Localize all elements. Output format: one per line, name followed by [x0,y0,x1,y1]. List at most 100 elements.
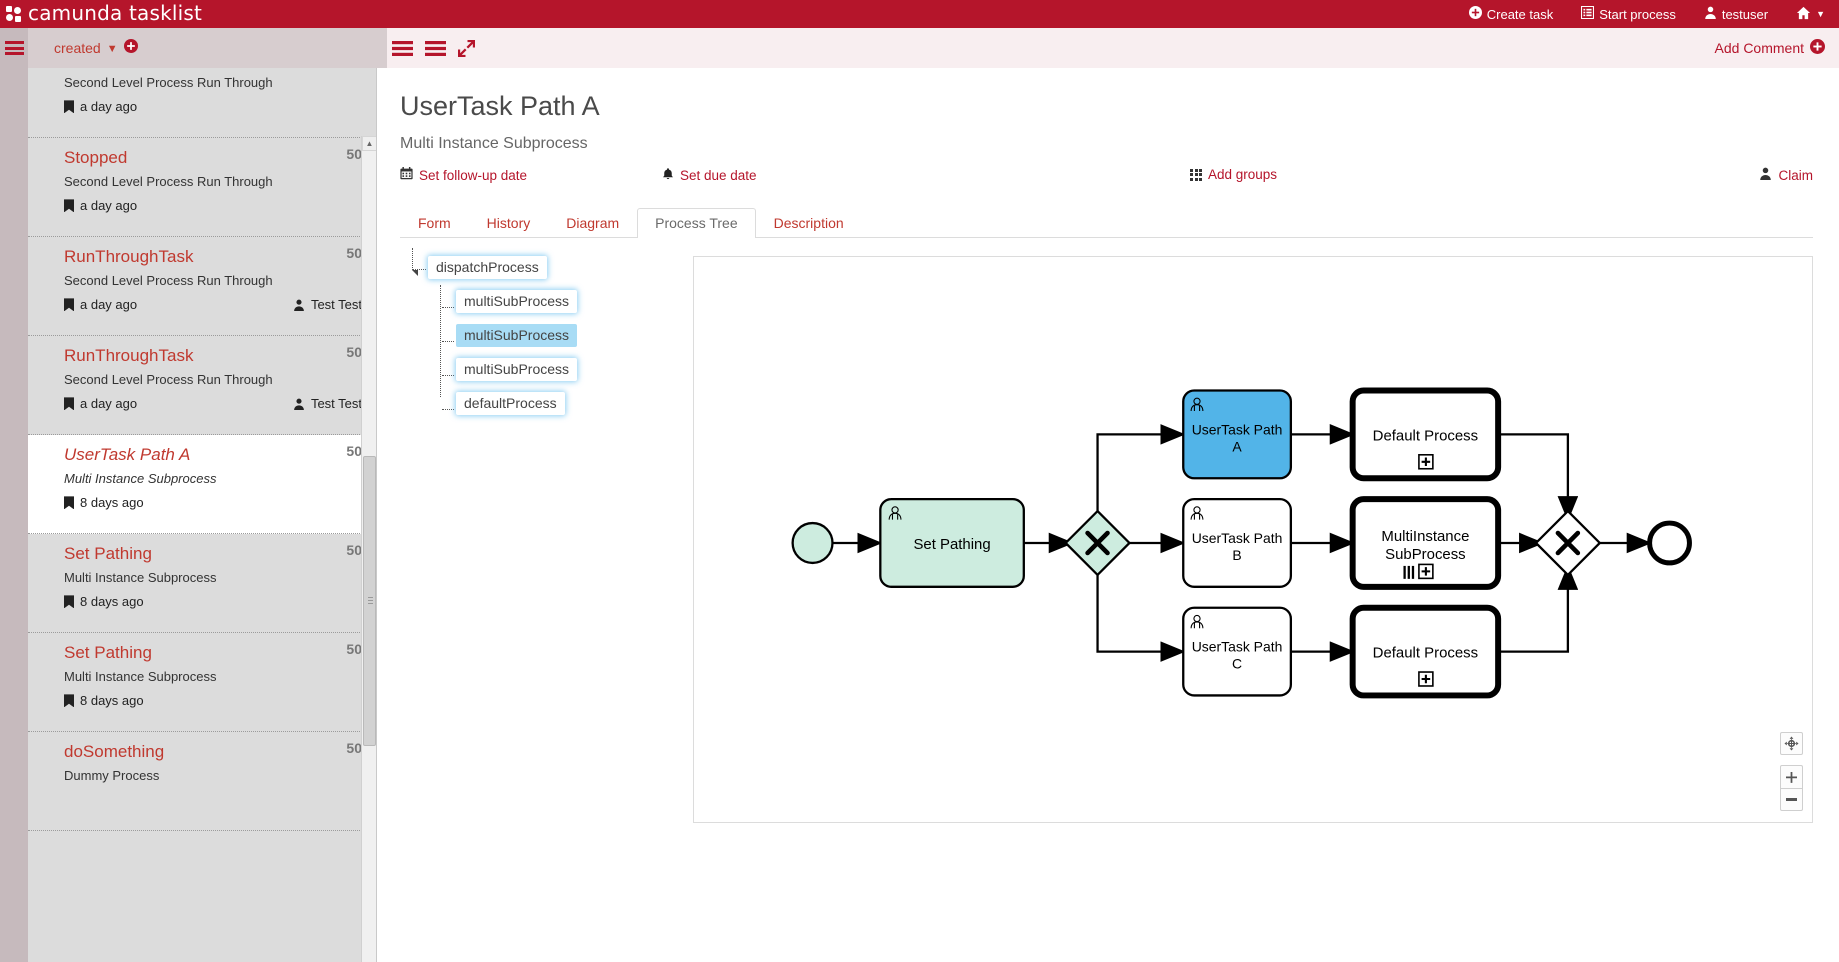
task-created-label: 8 days ago [80,495,144,511]
task-list-item[interactable]: 50 Set Pathing Multi Instance Subprocess 8 … [28,534,376,633]
tree-node-dispatchProcess[interactable]: dispatchProcess [428,256,547,280]
list-box-icon [1580,5,1595,22]
tab-process-tree[interactable]: Process Tree [637,208,756,239]
process-tree: dispatchProcess multiSubProcess multiSubP… [400,248,693,823]
tree-node-multiSubProcess[interactable]: multiSubProcess [456,358,578,382]
bpmn-start-event[interactable] [791,522,834,565]
bpmn-call-activity-default-process-bottom[interactable]: Default Process [1349,605,1502,699]
tree-connector [442,341,454,343]
task-list[interactable]: Stopped Second Level Process Run Through a… [28,68,377,962]
task-created-label: a day ago [80,198,138,214]
task-list-item[interactable]: 50 UserTask Path A Multi Instance Subproce… [28,435,376,534]
bpmn-label: UserTask Path [1192,422,1283,438]
bpmn-diagram-canvas[interactable]: Set Pathing UserTask Path A UserTask Pat… [693,256,1813,824]
bookmark-icon [64,694,74,708]
bell-icon [662,167,674,184]
bpmn-exclusive-gateway-split[interactable] [1064,509,1132,577]
zoom-out-button[interactable] [1780,788,1803,812]
tree-connector [442,375,454,377]
bpmn-user-task-path-c[interactable]: UserTask Path C [1182,607,1293,697]
task-list-item[interactable]: 50 Stopped Second Level Process Run Throug… [28,138,376,237]
task-detail-panel: UserTask Path A Multi Instance Subproces… [387,68,1839,962]
start-process-button[interactable]: Start process [1567,0,1690,28]
bpmn-diagram: Set Pathing UserTask Path A UserTask Pat… [791,387,1692,699]
home-icon [1796,6,1811,23]
tab-history[interactable]: History [469,208,549,238]
bpmn-user-task-set-pathing[interactable]: Set Pathing [879,498,1025,589]
process-tree-tab-content: dispatchProcess multiSubProcess multiSubP… [400,248,1813,824]
tab-description[interactable]: Description [756,208,862,238]
tasklist-gutter [0,68,28,962]
task-assignee: Test Test [293,297,362,312]
bpmn-exclusive-gateway-join[interactable] [1534,509,1602,577]
bpmn-call-activity-default-process-top[interactable]: Default Process [1349,387,1502,482]
task-list-item[interactable]: 50 RunThroughTask Second Level Process Run… [28,237,376,336]
bpmn-label: Default Process [1373,645,1478,662]
user-icon [1759,167,1772,183]
add-groups-button[interactable]: Add groups [1190,167,1277,182]
bpmn-user-task-path-a[interactable]: UserTask Path A [1182,389,1293,480]
task-list-item[interactable]: 50 Set Pathing Multi Instance Subprocess 8 … [28,633,376,732]
filter-selector[interactable]: created ▼ [54,39,138,56]
bpmn-user-task-path-b[interactable]: UserTask Path B [1182,498,1293,589]
task-list-item[interactable]: 50 doSomething Dummy Process [28,732,376,831]
set-follow-up-date-label: Set follow-up date [419,167,528,183]
create-task-button[interactable]: Create task [1455,0,1567,28]
task-meta: a day ago Test Test [64,396,362,411]
tasklist-scrollbar[interactable]: ▲ ▼ [361,136,376,962]
task-meta: a day ago [64,198,362,213]
top-navigation: Create task Start process testuser ▼ [1455,0,1839,28]
tree-connector [442,409,454,411]
task-process-name: Second Level Process Run Through [64,372,273,388]
brand-logo[interactable]: camunda tasklist [0,1,202,26]
page-title: UserTask Path A [400,91,600,121]
fit-viewport-icon[interactable] [1780,732,1803,756]
zoom-in-button[interactable] [1780,765,1803,789]
tasklist-toolbar: created ▼ [0,28,387,68]
tab-diagram[interactable]: Diagram [548,208,637,238]
tree-row: defaultProcess [402,392,693,426]
sidebar-toggle-button[interactable] [0,28,28,68]
task-name: RunThroughTask [64,247,194,266]
list-compact-icon[interactable] [425,40,446,56]
task-created-label: a day ago [80,396,138,412]
add-filter-button[interactable] [123,39,138,56]
tree-node-multiSubProcess[interactable]: multiSubProcess [456,324,578,348]
bookmark-icon [64,496,74,510]
task-name: Set Pathing [64,643,152,662]
bpmn-call-activity-multiinstance-subprocess[interactable]: MultiInstance SubProcess [1349,496,1502,591]
task-priority: 50 [346,443,362,459]
tree-node-multiSubProcess[interactable]: multiSubProcess [456,290,578,314]
add-comment-label: Add Comment [1714,40,1804,56]
bpmn-label: SubProcess [1385,546,1466,563]
set-follow-up-date-button[interactable]: Set follow-up date [400,167,527,183]
bookmark-icon [64,100,74,114]
user-menu-button[interactable]: testuser [1690,0,1782,28]
expand-diagonal-icon[interactable] [458,39,475,57]
user-icon [294,398,304,410]
user-icon [294,299,304,311]
list-view-icon[interactable] [392,40,413,56]
top-brand-bar: camunda tasklist Create task Start proce… [0,0,1839,28]
task-process-name: Dummy Process [64,768,160,784]
task-created: 8 days ago [64,495,144,510]
scrollbar-thumb[interactable] [363,456,376,746]
task-priority: 50 [346,245,362,261]
task-list-item[interactable]: Stopped Second Level Process Run Through a… [28,68,376,138]
parallel-multi-instance-marker [1403,566,1415,580]
scroll-up-icon[interactable]: ▲ [362,136,376,151]
tree-row: dispatchProcess [402,256,693,290]
task-process-name: Second Level Process Run Through [64,174,273,190]
claim-button[interactable]: Claim [1759,167,1813,183]
task-list-item[interactable]: 50 RunThroughTask Second Level Process Run… [28,336,376,435]
task-created: 8 days ago [64,594,144,609]
task-assignee-label: Test Test [310,396,362,412]
home-menu-button[interactable]: ▼ [1782,0,1839,28]
add-comment-button[interactable]: Add Comment [1715,39,1825,57]
task-meta: a day ago [64,99,362,114]
tab-form[interactable]: Form [400,208,469,238]
set-due-date-button[interactable]: Set due date [662,167,757,184]
bpmn-end-event[interactable] [1647,520,1692,566]
view-tools [392,28,475,68]
tree-node-defaultProcess[interactable]: defaultProcess [456,392,565,416]
